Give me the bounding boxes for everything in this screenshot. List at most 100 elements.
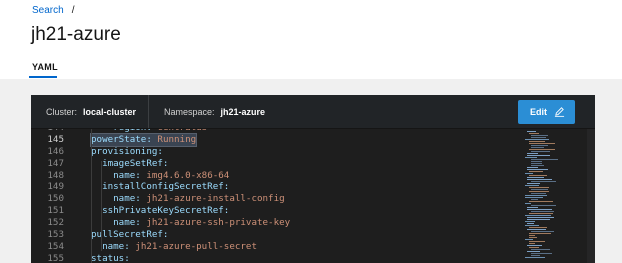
yaml-key: sshPrivateKeySecretRef [91, 205, 224, 217]
cluster-label: Cluster: [46, 107, 78, 117]
minimap-line [527, 167, 538, 168]
line-content: sshPrivateKeySecretRef: [91, 205, 229, 217]
minimap-line [525, 221, 535, 222]
minimap-line [529, 141, 545, 142]
yaml-separator: : [162, 157, 169, 169]
line-content: name: img4.6.0-x86-64 [91, 170, 229, 182]
minimap-line [527, 229, 546, 230]
tab-yaml[interactable]: YAML [32, 62, 58, 72]
minimap-line [531, 181, 556, 182]
code-line[interactable]: 148 name: img4.6.0-x86-64 [31, 170, 523, 182]
minimap-line [527, 177, 544, 178]
line-number: 147 [47, 157, 64, 169]
line-number: 151 [47, 205, 64, 217]
minimap-line [529, 243, 535, 244]
namespace-info: Namespace: jh21-azure [164, 107, 265, 117]
minimap-line [531, 135, 548, 136]
line-number: 152 [47, 217, 64, 229]
minimap-line [527, 219, 550, 220]
yaml-key: name [91, 217, 136, 229]
minimap-line [527, 155, 550, 156]
minimap-line [525, 203, 531, 204]
code-line[interactable]: 146 provisioning: [31, 146, 523, 158]
yaml-key: status [91, 252, 125, 263]
yaml-editor[interactable]: Cluster: local-cluster Namespace: jh21-azu… [31, 95, 595, 263]
minimap-line [529, 201, 553, 202]
edit-button[interactable]: Edit [518, 100, 575, 124]
minimap-line [527, 251, 540, 252]
minimap-line [531, 145, 548, 146]
line-number: 145 [47, 133, 64, 145]
minimap-line [527, 169, 548, 170]
cluster-value: local-cluster [83, 107, 137, 117]
code-line[interactable]: 145 powerState: Running [31, 132, 523, 147]
code-line[interactable]: 147 imageSetRef: [31, 158, 523, 170]
minimap-line [531, 253, 552, 254]
minimap-line [529, 247, 539, 248]
minimap-line [531, 199, 538, 200]
line-content: provisioning: [91, 146, 163, 158]
indent-guide [91, 129, 92, 263]
minimap-line [529, 171, 543, 172]
line-content: name: jh21-azure-install-config [91, 193, 285, 205]
line-number: 154 [47, 240, 64, 252]
edit-button-label: Edit [530, 107, 547, 117]
code-minimap[interactable] [523, 129, 585, 263]
minimap-line [527, 179, 552, 180]
minimap-line [527, 153, 538, 154]
yaml-separator: : [223, 181, 230, 193]
page-title: jh21-azure [31, 24, 121, 45]
yaml-value: centralus [157, 129, 207, 133]
yaml-separator: : [157, 145, 163, 157]
minimap-line [529, 133, 539, 134]
breadcrumb-search-link[interactable]: Search [32, 5, 64, 16]
minimap-line [525, 239, 533, 240]
code-line[interactable]: 154 name: jh21-azure-pull-secret [31, 241, 523, 253]
minimap-line [531, 151, 550, 152]
minimap-line [529, 187, 549, 188]
code-line[interactable]: 150 name: jh21-azure-install-config [31, 193, 523, 205]
code-line[interactable]: 155 status: [31, 253, 523, 263]
yaml-separator: : [135, 169, 147, 181]
cluster-info: Cluster: local-cluster [46, 107, 136, 117]
yaml-value: Running [157, 133, 197, 145]
minimap-line [529, 233, 551, 234]
minimap-line [531, 163, 542, 164]
code-area[interactable]: 144 region: centralus145powerState: Runn… [31, 129, 523, 263]
code-line[interactable]: 152 name: jh21-azure-ssh-private-key [31, 217, 523, 229]
minimap-line [531, 255, 540, 256]
minimap-line [525, 157, 537, 158]
line-content: status: [91, 253, 130, 263]
code-line[interactable]: 149 installConfigSecretRef: [31, 181, 523, 193]
tab-active-indicator [29, 76, 57, 78]
yaml-separator: : [146, 129, 157, 133]
minimap-line [529, 191, 549, 192]
yaml-separator: : [162, 229, 169, 241]
yaml-key: installConfigSecretRef [91, 181, 224, 193]
yaml-key: name [91, 240, 125, 252]
namespace-label: Namespace: [164, 107, 215, 117]
line-content: pullSecretRef: [91, 229, 168, 241]
code-line[interactable]: 153 pullSecretRef: [31, 229, 523, 241]
line-content: imageSetRef: [91, 158, 168, 170]
minimap-line [531, 137, 546, 138]
yaml-value: jh21-azure-install-config [146, 193, 285, 205]
minimap-line [525, 197, 543, 198]
minimap-line [529, 235, 535, 236]
line-number: 155 [47, 252, 64, 263]
line-number: 153 [47, 229, 64, 241]
vertical-scrollbar[interactable] [587, 129, 595, 263]
yaml-key: region [91, 129, 146, 133]
minimap-line [529, 213, 553, 214]
minimap-line [531, 189, 548, 190]
yaml-separator: : [223, 205, 230, 217]
yaml-key: name [91, 169, 136, 181]
page-header: Search / jh21-azure YAML [0, 0, 622, 79]
minimap-line [527, 207, 538, 208]
minimap-line [527, 131, 536, 132]
yaml-key: provisioning [91, 145, 158, 157]
code-line[interactable]: 151 sshPrivateKeySecretRef: [31, 205, 523, 217]
minimap-line [527, 209, 552, 210]
line-number: 150 [47, 193, 64, 205]
yaml-separator: : [124, 240, 136, 252]
